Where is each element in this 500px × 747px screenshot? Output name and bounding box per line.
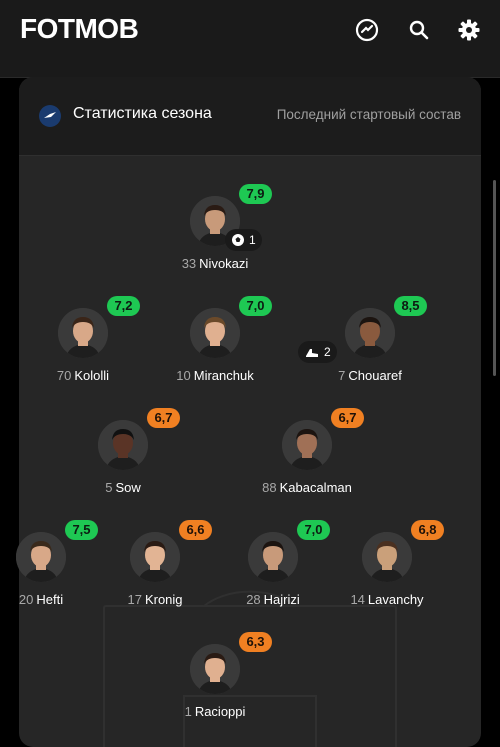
player-kronig[interactable]: 6,6 17 Kronig (95, 520, 215, 607)
player-name: 10 Miranchuk (176, 368, 254, 383)
player-name: 14 Lavanchy (350, 592, 424, 607)
team-badge-icon (39, 105, 61, 127)
rating-badge: 7,5 (65, 520, 98, 540)
player-nivokazi[interactable]: 7,9 1 33 Nivokazi (155, 184, 275, 271)
player-name: 7 Chouaref (338, 368, 402, 383)
rating-badge: 6,8 (411, 520, 444, 540)
player-name: 17 Kronig (127, 592, 183, 607)
last-lineup-link[interactable]: Последний стартовый состав (277, 107, 461, 122)
rating-badge: 6,7 (147, 408, 180, 428)
player-racioppi[interactable]: 6,3 1 Racioppi (155, 632, 275, 719)
player-miranchuk[interactable]: 7,0 10 Miranchuk (155, 296, 275, 383)
goals-badge: 1 (225, 229, 262, 251)
player-name: 88 Kabacalman (262, 480, 352, 495)
fotmob-logo[interactable]: FOTMOB (20, 13, 139, 45)
player-kabacalman[interactable]: 6,7 88 Kabacalman (247, 408, 367, 495)
assists-badge: 2 (298, 341, 337, 363)
rating-badge: 7,0 (297, 520, 330, 540)
player-hajrizi[interactable]: 7,0 28 Hajrizi (213, 520, 333, 607)
boot-icon (306, 349, 318, 357)
player-photo (282, 420, 332, 470)
player-chouaref[interactable]: 8,5 2 7 Chouaref (298, 296, 430, 383)
player-name: 28 Hajrizi (246, 592, 300, 607)
player-name: 20 Hefti (18, 592, 64, 607)
card-header: Статистика сезона Последний стартовый со… (19, 77, 481, 156)
player-photo (248, 532, 298, 582)
rating-badge: 7,9 (239, 184, 272, 204)
top-bar: FOTMOB (0, 0, 500, 78)
player-kololli[interactable]: 7,2 70 Kololli (23, 296, 143, 383)
player-hefti[interactable]: 7,5 20 Hefti (0, 520, 101, 607)
player-photo (190, 308, 240, 358)
player-photo (190, 644, 240, 694)
rating-badge: 7,0 (239, 296, 272, 316)
player-photo (130, 532, 180, 582)
rating-badge: 7,2 (107, 296, 140, 316)
player-sow[interactable]: 6,7 5 Sow (63, 408, 183, 495)
player-name: 1 Racioppi (184, 704, 246, 719)
player-name: 5 Sow (105, 480, 141, 495)
rating-badge: 6,3 (239, 632, 272, 652)
player-photo (98, 420, 148, 470)
rating-badge: 6,7 (331, 408, 364, 428)
search-icon[interactable] (407, 18, 431, 42)
player-photo (362, 532, 412, 582)
player-name: 70 Kololli (56, 368, 110, 383)
player-photo (58, 308, 108, 358)
player-photo (16, 532, 66, 582)
player-photo (345, 308, 395, 358)
matches-icon[interactable] (355, 18, 379, 42)
player-name: 33 Nivokazi (181, 256, 249, 271)
rating-badge: 8,5 (394, 296, 427, 316)
football-icon (232, 234, 244, 246)
settings-gear-icon[interactable] (457, 18, 481, 42)
player-lavanchy[interactable]: 6,8 14 Lavanchy (327, 520, 447, 607)
card-title: Статистика сезона (73, 105, 212, 122)
rating-badge: 6,6 (179, 520, 212, 540)
scrollbar[interactable] (493, 180, 496, 376)
